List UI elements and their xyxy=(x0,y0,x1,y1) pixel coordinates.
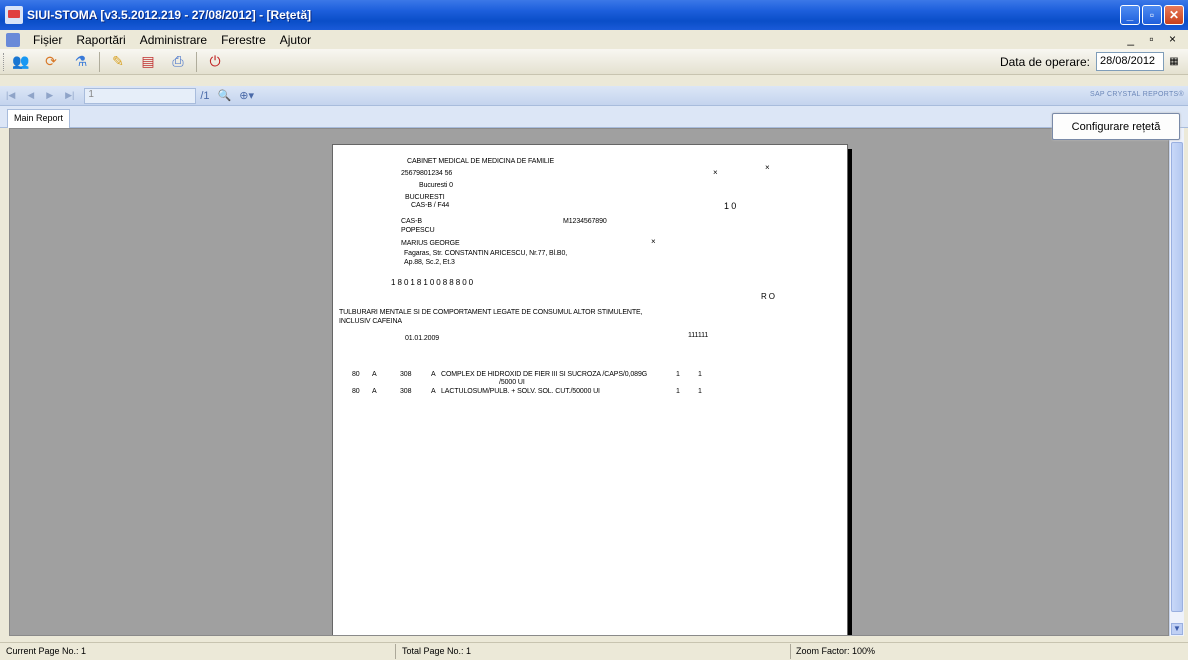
configure-prescription-button[interactable]: Configurare rețetă xyxy=(1052,113,1180,140)
page-count-icon: /1 xyxy=(200,89,210,102)
mdi-child-icon[interactable] xyxy=(6,32,20,47)
calendar-icon[interactable]: ▦ xyxy=(1166,52,1182,71)
patients-icon[interactable]: 👥 xyxy=(11,52,31,72)
row1-col2: A xyxy=(372,371,377,378)
patient-name: MARIUS GEORGE xyxy=(401,240,460,247)
title-bar: SIUI-STOMA [v3.5.2012.219 - 27/08/2012] … xyxy=(0,0,1188,30)
row1-unit: 1 xyxy=(698,371,702,378)
row1-description: COMPLEX DE HIDROXID DE FIER III SI SUCRO… xyxy=(441,371,648,378)
total-page-status: Total Page No.: 1 xyxy=(402,646,472,656)
number-10: 1 0 xyxy=(724,201,737,211)
row2-qty: 1 xyxy=(676,388,680,395)
toolbar-separator xyxy=(99,51,100,72)
diagnosis-line-1: TULBURARI MENTALE SI DE COMPORTAMENT LEG… xyxy=(339,309,643,316)
clinic-county: BUCURESTI xyxy=(405,194,445,201)
mark-x-1: × xyxy=(713,168,718,177)
date-field[interactable]: 28/08/2012 xyxy=(1096,52,1164,71)
country-code: R O xyxy=(761,292,775,301)
prev-page-icon[interactable]: ◀ xyxy=(27,90,34,101)
report-page: CABINET MEDICAL DE MEDICINA DE FAMILIE 2… xyxy=(332,144,848,635)
mark-x-3: × xyxy=(651,237,656,246)
mdi-controls[interactable]: _ ▫ × xyxy=(1127,32,1182,46)
report-tabs: Main Report xyxy=(0,106,1188,128)
diagnosis-line-2: INCLUSIV CAFEINA xyxy=(339,318,402,325)
row1-col1: 80 xyxy=(352,371,360,378)
patient-address-1: Fagaras, Str. CONSTANTIN ARICESCU, Nr.77… xyxy=(404,250,568,257)
contract-number: M1234567890 xyxy=(563,218,607,225)
toolbar-grip[interactable] xyxy=(3,52,6,71)
status-bar: Current Page No.: 1 Total Page No.: 1 Zo… xyxy=(0,642,1188,660)
menu-bar: Fișier Raportări Administrare Ferestre A… xyxy=(0,30,1188,49)
cas-line: CAS-B / F44 xyxy=(411,202,450,209)
find-icon[interactable]: 🔍 xyxy=(218,89,232,102)
report-viewer[interactable]: CABINET MEDICAL DE MEDICINA DE FAMILIE 2… xyxy=(9,128,1169,636)
close-button[interactable]: ✕ xyxy=(1164,5,1184,25)
row2-col1: 80 xyxy=(352,388,360,395)
zoom-status: Zoom Factor: 100% xyxy=(796,646,876,656)
main-toolbar: 👥 ⟳ ⚗ ✎ ▤ ⎙ ⏻ Data de operare: 28/08/201… xyxy=(0,49,1188,75)
row1-col3: 308 xyxy=(400,371,412,378)
app-icon xyxy=(5,6,23,24)
menu-fisier[interactable]: Fișier xyxy=(26,33,69,47)
operation-date: Data de operare: 28/08/2012 ▦ xyxy=(1000,52,1182,71)
vertical-scrollbar[interactable]: ▼ xyxy=(1169,128,1184,636)
prescription-date: 01.01.2009 xyxy=(405,335,440,342)
clinic-city: Bucuresti 0 xyxy=(419,182,453,189)
status-divider xyxy=(790,644,791,659)
row2-col4: A xyxy=(431,388,436,395)
next-page-icon[interactable]: ▶ xyxy=(46,90,53,101)
refresh-icon[interactable]: ⟳ xyxy=(41,52,61,72)
report-toolbar: |◀ ◀ ▶ ▶| 1 /1 🔍 ⊕▾ SAP CRYSTAL REPORTS® xyxy=(0,86,1188,106)
minimize-button[interactable]: _ xyxy=(1120,5,1140,25)
mark-x-2: × xyxy=(765,163,770,172)
first-page-icon[interactable]: |◀ xyxy=(6,90,15,101)
row1-description-2: /5000 UI xyxy=(499,379,525,386)
patient-address-2: Ap.88, Sc.2, Et.3 xyxy=(404,259,455,266)
prescription-icon[interactable]: ✎ xyxy=(108,52,128,72)
code-111111: 111111 xyxy=(688,332,709,339)
row2-description: LACTULOSUM/PULB. + SOLV. SOL. CUT./50000… xyxy=(441,388,600,395)
last-page-icon[interactable]: ▶| xyxy=(65,90,74,101)
exit-icon[interactable]: ⏻ xyxy=(205,52,225,72)
report-icon[interactable]: ▤ xyxy=(138,52,158,72)
patient-surname: POPESCU xyxy=(401,227,435,234)
menu-administrare[interactable]: Administrare xyxy=(133,33,214,47)
row1-col4: A xyxy=(431,371,436,378)
row2-col2: A xyxy=(372,388,377,395)
menu-ferestre[interactable]: Ferestre xyxy=(214,33,273,47)
row2-unit: 1 xyxy=(698,388,702,395)
maximize-button[interactable]: ▫ xyxy=(1142,5,1162,25)
page-shadow xyxy=(848,149,852,635)
menu-raportari[interactable]: Raportări xyxy=(69,33,132,47)
tab-main-report[interactable]: Main Report xyxy=(7,109,71,128)
clinic-name: CABINET MEDICAL DE MEDICINA DE FAMILIE xyxy=(407,158,555,165)
toolbar-separator xyxy=(196,51,197,72)
date-label: Data de operare: xyxy=(999,54,1090,69)
patient-cnp: 1 8 0 1 8 1 0 0 8 8 8 0 0 xyxy=(391,278,474,287)
window-title: SIUI-STOMA [v3.5.2012.219 - 27/08/2012] … xyxy=(27,8,312,22)
status-divider xyxy=(395,644,396,659)
menu-ajutor[interactable]: Ajutor xyxy=(273,33,318,47)
sap-brand: SAP CRYSTAL REPORTS® xyxy=(1089,91,1184,98)
row1-qty: 1 xyxy=(676,371,680,378)
clinic-code: 25679801234 56 xyxy=(401,170,453,177)
zoom-icon[interactable]: ⊕▾ xyxy=(239,89,254,102)
scroll-thumb[interactable] xyxy=(1171,142,1183,612)
page-number-input[interactable]: 1 xyxy=(84,87,197,104)
row2-col3: 308 xyxy=(400,388,412,395)
printer-icon[interactable]: ⎙ xyxy=(168,52,188,72)
window-controls: _ ▫ ✕ xyxy=(1120,5,1184,25)
cas-code: CAS-B xyxy=(401,218,422,225)
current-page-status: Current Page No.: 1 xyxy=(6,646,87,656)
flask-icon[interactable]: ⚗ xyxy=(71,52,91,72)
scroll-down-icon[interactable]: ▼ xyxy=(1171,623,1183,635)
